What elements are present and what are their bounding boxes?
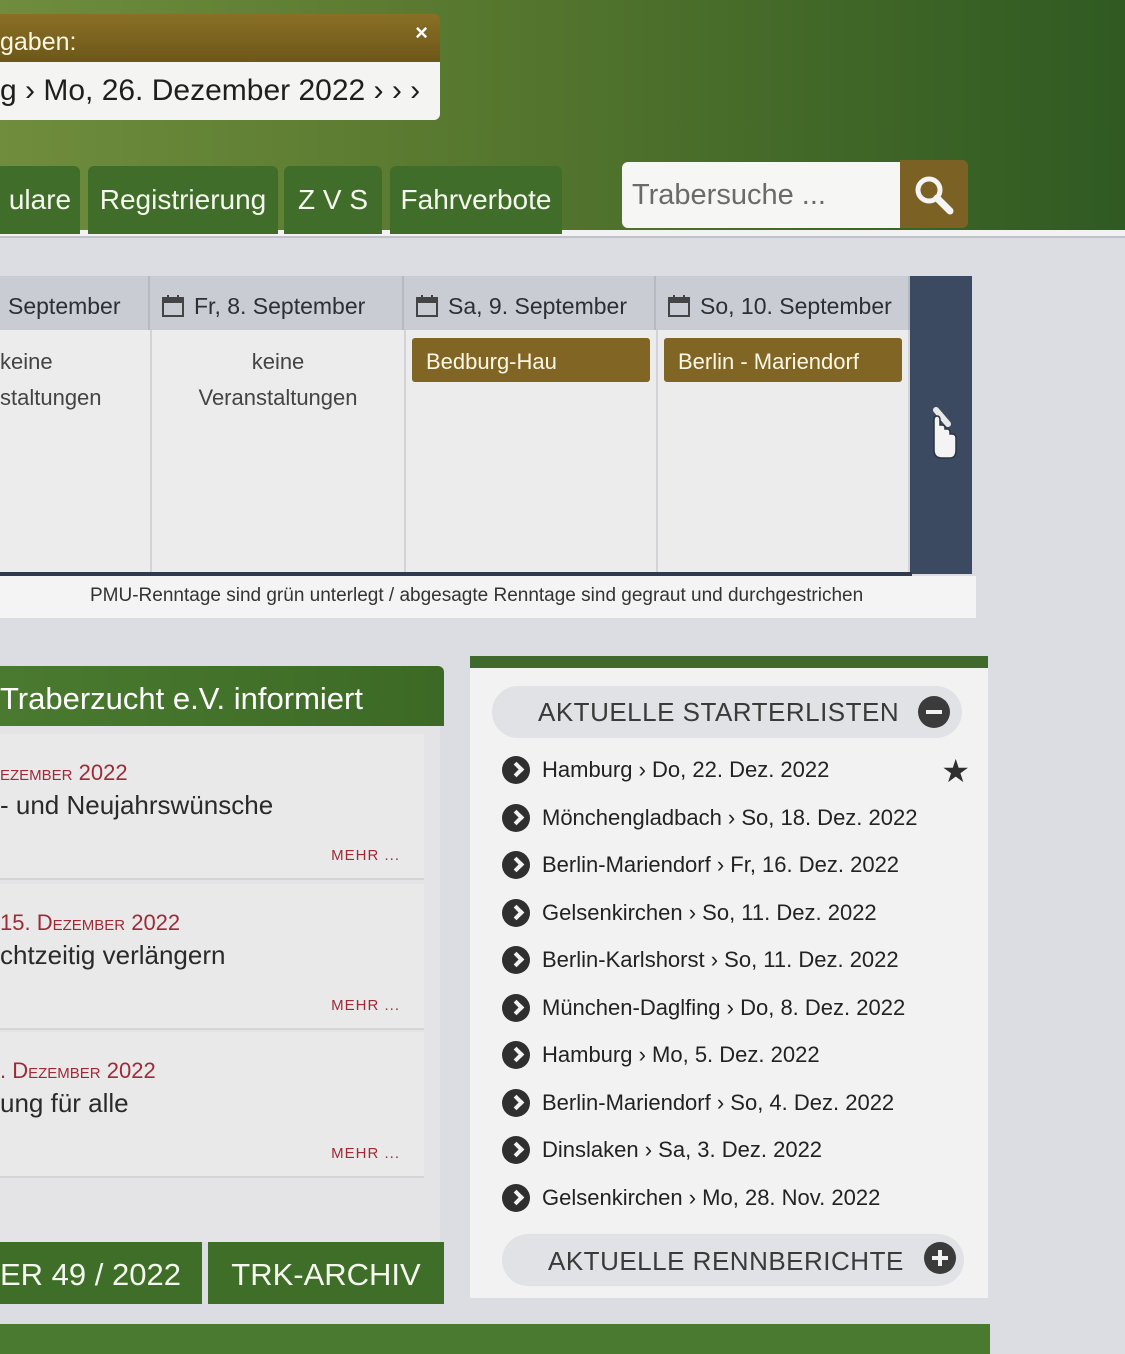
no-events-line: keine [251, 349, 305, 374]
calendar-day-column: keine Veranstaltungen [152, 330, 406, 572]
starter-list-label: München-Daglfing › Do, 8. Dez. 2022 [542, 994, 906, 1020]
circle-arrow-right-icon [502, 1088, 530, 1117]
calendar-icon [416, 295, 438, 317]
starter-lists-panel: AKTUELLE STARTERLISTEN Hamburg › Do, 22.… [470, 656, 988, 1298]
circle-arrow-right-icon [502, 851, 530, 879]
circle-arrow-right-icon [502, 1041, 530, 1069]
circle-arrow-right-icon [502, 946, 530, 974]
calendar-icon [668, 295, 690, 317]
calendar-next-button[interactable] [910, 276, 972, 574]
hand-pointer-icon [933, 407, 957, 459]
nav-tab-registrierung[interactable]: Registrierung [88, 166, 278, 234]
starter-list-label: Berlin-Karlshorst › So, 11. Dez. 2022 [542, 947, 899, 972]
news-headline[interactable]: - und Neujahrswünsche [0, 790, 273, 821]
circle-arrow-right-icon [502, 1136, 530, 1164]
circle-arrow-right-icon [502, 993, 530, 1022]
no-events-line: keine [0, 349, 53, 374]
calendar-icon [162, 295, 184, 317]
starter-list-item[interactable]: Gelsenkirchen › So, 11. Dez. 2022 [502, 889, 962, 937]
event-berlin-mariendorf[interactable]: Berlin - Mariendorf [664, 338, 902, 382]
starter-list-label: Hamburg › Mo, 5. Dez. 2022 [542, 1042, 820, 1067]
calendar-panel: September Fr, 8. September Sa, 9. Septem… [0, 276, 976, 622]
circle-arrow-right-icon [502, 1183, 530, 1212]
starter-list-item[interactable]: München-Daglfing › Do, 8. Dez. 2022 [502, 984, 962, 1032]
news-item[interactable]: 15. Dezember 2022 chtzeitig verlängern M… [0, 884, 424, 1030]
news-date: . Dezember 2022 [0, 1058, 156, 1083]
starter-list-label: Hamburg › Do, 22. Dez. 2022 [542, 757, 830, 782]
calendar-day-column: keine staltungen [0, 330, 152, 572]
event-bedburg-hau[interactable]: Bedburg-Hau [412, 338, 650, 382]
news-more-link[interactable]: MEHR ... [331, 847, 400, 864]
race-reports-title: AKTUELLE RENNBERICHTE [548, 1246, 904, 1276]
calendar-day-label: Sa, 9. September [448, 293, 627, 319]
calendar-day-column: Bedburg-Hau [406, 330, 658, 572]
starter-list-item[interactable]: Dinslaken › Sa, 3. Dez. 2022 [502, 1126, 962, 1174]
news-footer-archive[interactable]: TRK-ARCHIV [208, 1242, 444, 1304]
magnifier-icon [915, 176, 954, 215]
notice-box: gaben: × g › Mo, 26. Dezember 2022 › › › [0, 14, 440, 122]
starter-list-item[interactable]: Berlin-Mariendorf › So, 4. Dez. 2022 [502, 1079, 962, 1127]
nav-tab-formulare[interactable]: ulare [0, 166, 80, 234]
calendar-day-header: September [0, 276, 150, 330]
calendar-legend-note: PMU-Renntage sind grün unterlegt / abges… [0, 576, 976, 618]
notice-title: gaben: [0, 28, 77, 56]
news-date: ezember 2022 [0, 760, 128, 785]
news-headline[interactable]: ung für alle [0, 1088, 129, 1119]
starter-list-label: Berlin-Mariendorf › Fr, 16. Dez. 2022 [542, 852, 900, 877]
bottom-section-bar [0, 1324, 990, 1354]
starter-lists-header[interactable]: AKTUELLE STARTERLISTEN [492, 686, 962, 738]
news-more-link[interactable]: MEHR ... [331, 997, 400, 1014]
starter-list-label: Mönchengladbach › So, 18. Dez. 2022 [542, 804, 918, 830]
minus-circle-icon[interactable] [918, 696, 950, 728]
news-date: 15. Dezember 2022 [0, 910, 181, 935]
no-events-line: Veranstaltungen [198, 385, 358, 410]
news-footer-current-issue[interactable]: ER 49 / 2022 [0, 1242, 202, 1304]
news-item[interactable]: ezember 2022 - und Neujahrswünsche MEHR … [0, 734, 424, 880]
news-panel: Traberzucht e.V. informiert ezember 2022… [0, 666, 444, 1306]
circle-arrow-right-icon [502, 803, 530, 832]
no-events-text: keine staltungen [0, 330, 150, 416]
starter-list-label: Gelsenkirchen › So, 11. Dez. 2022 [542, 899, 877, 925]
starter-list-item[interactable]: Hamburg › Mo, 5. Dez. 2022 [502, 1031, 962, 1079]
calendar-day-header: So, 10. September [656, 276, 910, 330]
starter-list-item[interactable]: Berlin-Mariendorf › Fr, 16. Dez. 2022 [502, 841, 962, 889]
calendar-day-column: Berlin - Mariendorf [658, 330, 910, 572]
search-input[interactable] [622, 162, 902, 228]
no-events-line: staltungen [0, 385, 102, 410]
close-icon[interactable]: × [415, 20, 428, 46]
starter-list-label: Dinslaken › Sa, 3. Dez. 2022 [542, 1137, 823, 1162]
circle-arrow-right-icon [502, 898, 530, 927]
news-headline[interactable]: chtzeitig verlängern [0, 940, 225, 971]
search-button[interactable] [900, 160, 968, 228]
calendar-day-label: So, 10. September [700, 293, 892, 319]
calendar-day-header: Sa, 9. September [404, 276, 656, 330]
starter-list-label: Gelsenkirchen › Mo, 28. Nov. 2022 [542, 1184, 881, 1210]
starter-list: Hamburg › Do, 22. Dez. 2022 ★ Mönchengla… [502, 746, 970, 1222]
nav-tab-fahrverbote[interactable]: Fahrverbote [390, 166, 562, 234]
notice-header: gaben: × [0, 14, 440, 62]
notice-link[interactable]: g › Mo, 26. Dezember 2022 › › › [0, 62, 440, 120]
no-events-text: keine Veranstaltungen [152, 330, 404, 416]
news-list: ezember 2022 - und Neujahrswünsche MEHR … [0, 726, 440, 1242]
calendar-day-label: Fr, 8. September [194, 293, 366, 319]
calendar-day-label: September [8, 293, 121, 319]
circle-arrow-right-icon [502, 756, 530, 784]
news-more-link[interactable]: MEHR ... [331, 1145, 400, 1162]
star-icon[interactable]: ★ [941, 748, 970, 795]
news-panel-title: Traberzucht e.V. informiert [0, 666, 444, 726]
calendar-day-header: Fr, 8. September [150, 276, 404, 330]
race-reports-header[interactable]: AKTUELLE RENNBERICHTE [502, 1234, 964, 1286]
nav-tab-zvs[interactable]: Z V S [284, 166, 382, 234]
starter-list-item[interactable]: Berlin-Karlshorst › So, 11. Dez. 2022 [502, 936, 962, 984]
starter-list-label: Berlin-Mariendorf › So, 4. Dez. 2022 [542, 1089, 895, 1115]
starter-list-item[interactable]: Mönchengladbach › So, 18. Dez. 2022 [502, 794, 962, 842]
plus-circle-icon[interactable] [924, 1242, 956, 1274]
news-item[interactable]: . Dezember 2022 ung für alle MEHR ... [0, 1032, 424, 1178]
starter-list-item[interactable]: Hamburg › Do, 22. Dez. 2022 ★ [502, 746, 970, 794]
starter-list-item[interactable]: Gelsenkirchen › Mo, 28. Nov. 2022 [502, 1174, 962, 1222]
starter-lists-title: AKTUELLE STARTERLISTEN [538, 697, 900, 727]
